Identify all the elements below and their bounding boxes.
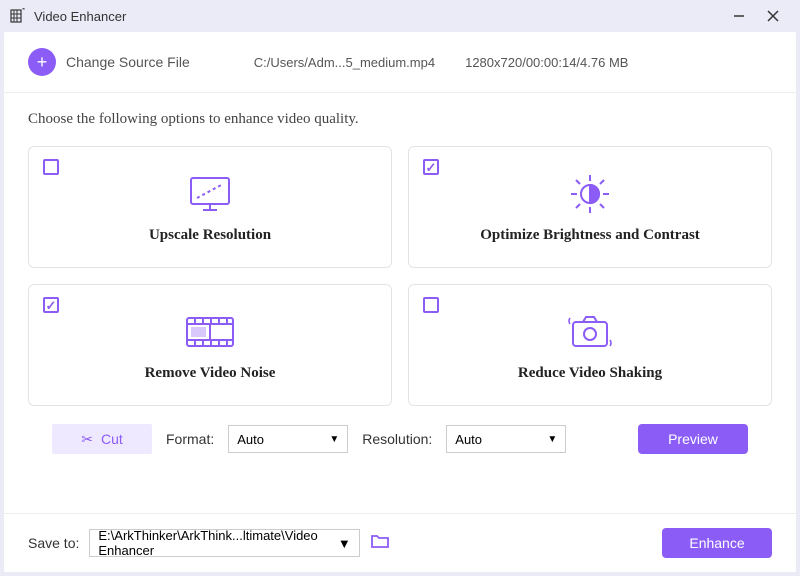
format-value: Auto	[237, 432, 264, 447]
main-panel: + Change Source File C:/Users/Adm...5_me…	[4, 32, 796, 572]
minimize-button[interactable]	[722, 0, 756, 32]
open-folder-button[interactable]	[370, 533, 390, 554]
resolution-select[interactable]: Auto ▼	[446, 425, 566, 453]
save-path-select[interactable]: E:\ArkThinker\ArkThink...ltimate\Video E…	[89, 529, 359, 557]
camera-icon	[563, 309, 617, 355]
change-source-label[interactable]: Change Source File	[66, 54, 190, 70]
content-area: Choose the following options to enhance …	[4, 93, 796, 513]
save-to-label: Save to:	[28, 535, 79, 551]
save-path-value: E:\ArkThinker\ArkThink...ltimate\Video E…	[98, 528, 337, 558]
save-row: Save to: E:\ArkThinker\ArkThink...ltimat…	[4, 513, 796, 572]
option-upscale[interactable]: Upscale Resolution	[28, 146, 392, 268]
option-noise-label: Remove Video Noise	[145, 365, 276, 382]
option-shaking-label: Reduce Video Shaking	[518, 365, 662, 382]
monitor-icon	[185, 171, 235, 217]
chevron-down-icon: ▼	[329, 434, 339, 445]
app-icon: *	[10, 8, 26, 24]
source-path: C:/Users/Adm...5_medium.mp4	[254, 55, 435, 70]
format-select[interactable]: Auto ▼	[228, 425, 348, 453]
scissors-icon: ✂	[81, 431, 93, 448]
cut-button[interactable]: ✂ Cut	[52, 424, 152, 454]
enhance-button[interactable]: Enhance	[662, 528, 772, 558]
chevron-down-icon: ▼	[338, 536, 351, 551]
brightness-icon	[565, 171, 615, 217]
checkbox-noise[interactable]	[43, 297, 59, 313]
format-label: Format:	[166, 431, 214, 447]
checkbox-upscale[interactable]	[43, 159, 59, 175]
checkbox-brightness[interactable]	[423, 159, 439, 175]
chevron-down-icon: ▼	[547, 434, 557, 445]
option-brightness[interactable]: Optimize Brightness and Contrast	[408, 146, 772, 268]
option-brightness-label: Optimize Brightness and Contrast	[480, 227, 700, 244]
preview-button[interactable]: Preview	[638, 424, 748, 454]
app-title: Video Enhancer	[34, 9, 126, 24]
instruction-text: Choose the following options to enhance …	[28, 111, 772, 128]
resolution-value: Auto	[455, 432, 482, 447]
cut-label: Cut	[101, 431, 123, 447]
film-icon	[183, 309, 237, 355]
svg-text:*: *	[22, 8, 25, 15]
option-shaking[interactable]: Reduce Video Shaking	[408, 284, 772, 406]
close-button[interactable]	[756, 0, 790, 32]
checkbox-shaking[interactable]	[423, 297, 439, 313]
source-row: + Change Source File C:/Users/Adm...5_me…	[4, 32, 796, 93]
source-meta: 1280x720/00:00:14/4.76 MB	[465, 55, 628, 70]
add-source-button[interactable]: +	[28, 48, 56, 76]
option-upscale-label: Upscale Resolution	[149, 227, 271, 244]
option-noise[interactable]: Remove Video Noise	[28, 284, 392, 406]
controls-row: ✂ Cut Format: Auto ▼ Resolution: Auto ▼ …	[28, 406, 772, 468]
titlebar: * Video Enhancer	[0, 0, 800, 32]
resolution-label: Resolution:	[362, 431, 432, 447]
options-grid: Upscale Resolution Optimize Brightness a…	[28, 146, 772, 406]
